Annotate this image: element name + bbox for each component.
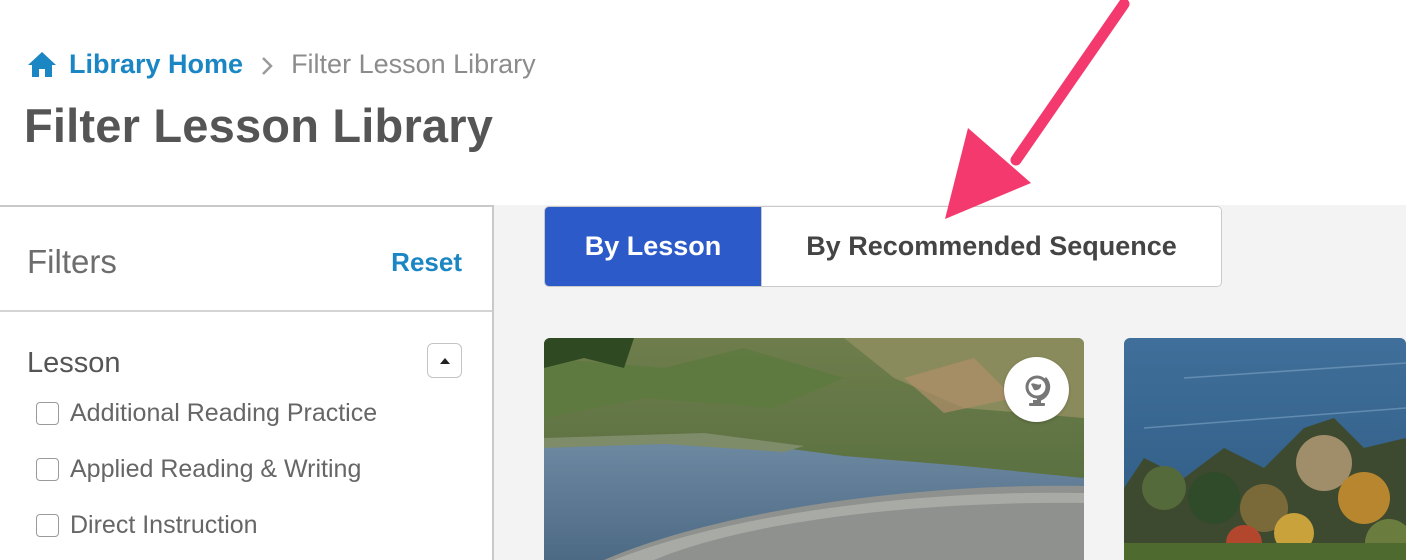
by-lesson-tab[interactable]: By Lesson	[545, 207, 762, 286]
lesson-results: By Lesson By Recommended Sequence	[494, 205, 1406, 560]
collapse-lesson-button[interactable]	[427, 343, 462, 378]
filter-option-direct-instruction[interactable]: Direct Instruction	[36, 511, 258, 540]
chevron-right-icon	[259, 53, 275, 75]
filter-option-label: Applied Reading & Writing	[70, 455, 362, 483]
filter-option-label: Direct Instruction	[70, 511, 258, 539]
lesson-card[interactable]	[544, 338, 1084, 560]
lesson-section-title: Lesson	[27, 347, 121, 379]
breadcrumb-current: Filter Lesson Library	[291, 48, 536, 79]
filters-sidebar: Filters Reset Lesson Additional Reading …	[0, 205, 494, 560]
filters-title: Filters	[27, 243, 117, 280]
reset-button[interactable]: Reset	[391, 247, 462, 278]
checkbox[interactable]	[36, 402, 59, 425]
page-header: Library Home Filter Lesson Library Filte…	[0, 0, 1406, 205]
filter-option-label: Additional Reading Practice	[70, 399, 378, 427]
by-recommended-sequence-tab[interactable]: By Recommended Sequence	[762, 207, 1221, 286]
breadcrumb: Library Home Filter Lesson Library	[27, 46, 536, 82]
checkbox[interactable]	[36, 458, 59, 481]
lesson-card-image	[544, 338, 1084, 560]
lesson-card-image	[1124, 338, 1406, 560]
filter-option-applied-reading-writing[interactable]: Applied Reading & Writing	[36, 455, 361, 484]
view-toggle: By Lesson By Recommended Sequence	[544, 206, 1222, 287]
lesson-card[interactable]	[1124, 338, 1406, 560]
checkbox[interactable]	[36, 514, 59, 537]
globe-icon	[1004, 357, 1069, 422]
filter-option-additional-reading-practice[interactable]: Additional Reading Practice	[36, 399, 377, 428]
breadcrumb-home-link[interactable]: Library Home	[27, 49, 243, 80]
page-title: Filter Lesson Library	[24, 99, 494, 152]
caret-up-icon	[439, 357, 450, 364]
filters-header: Filters Reset	[0, 207, 492, 312]
breadcrumb-home-label: Library Home	[69, 48, 244, 79]
home-icon	[27, 50, 57, 78]
